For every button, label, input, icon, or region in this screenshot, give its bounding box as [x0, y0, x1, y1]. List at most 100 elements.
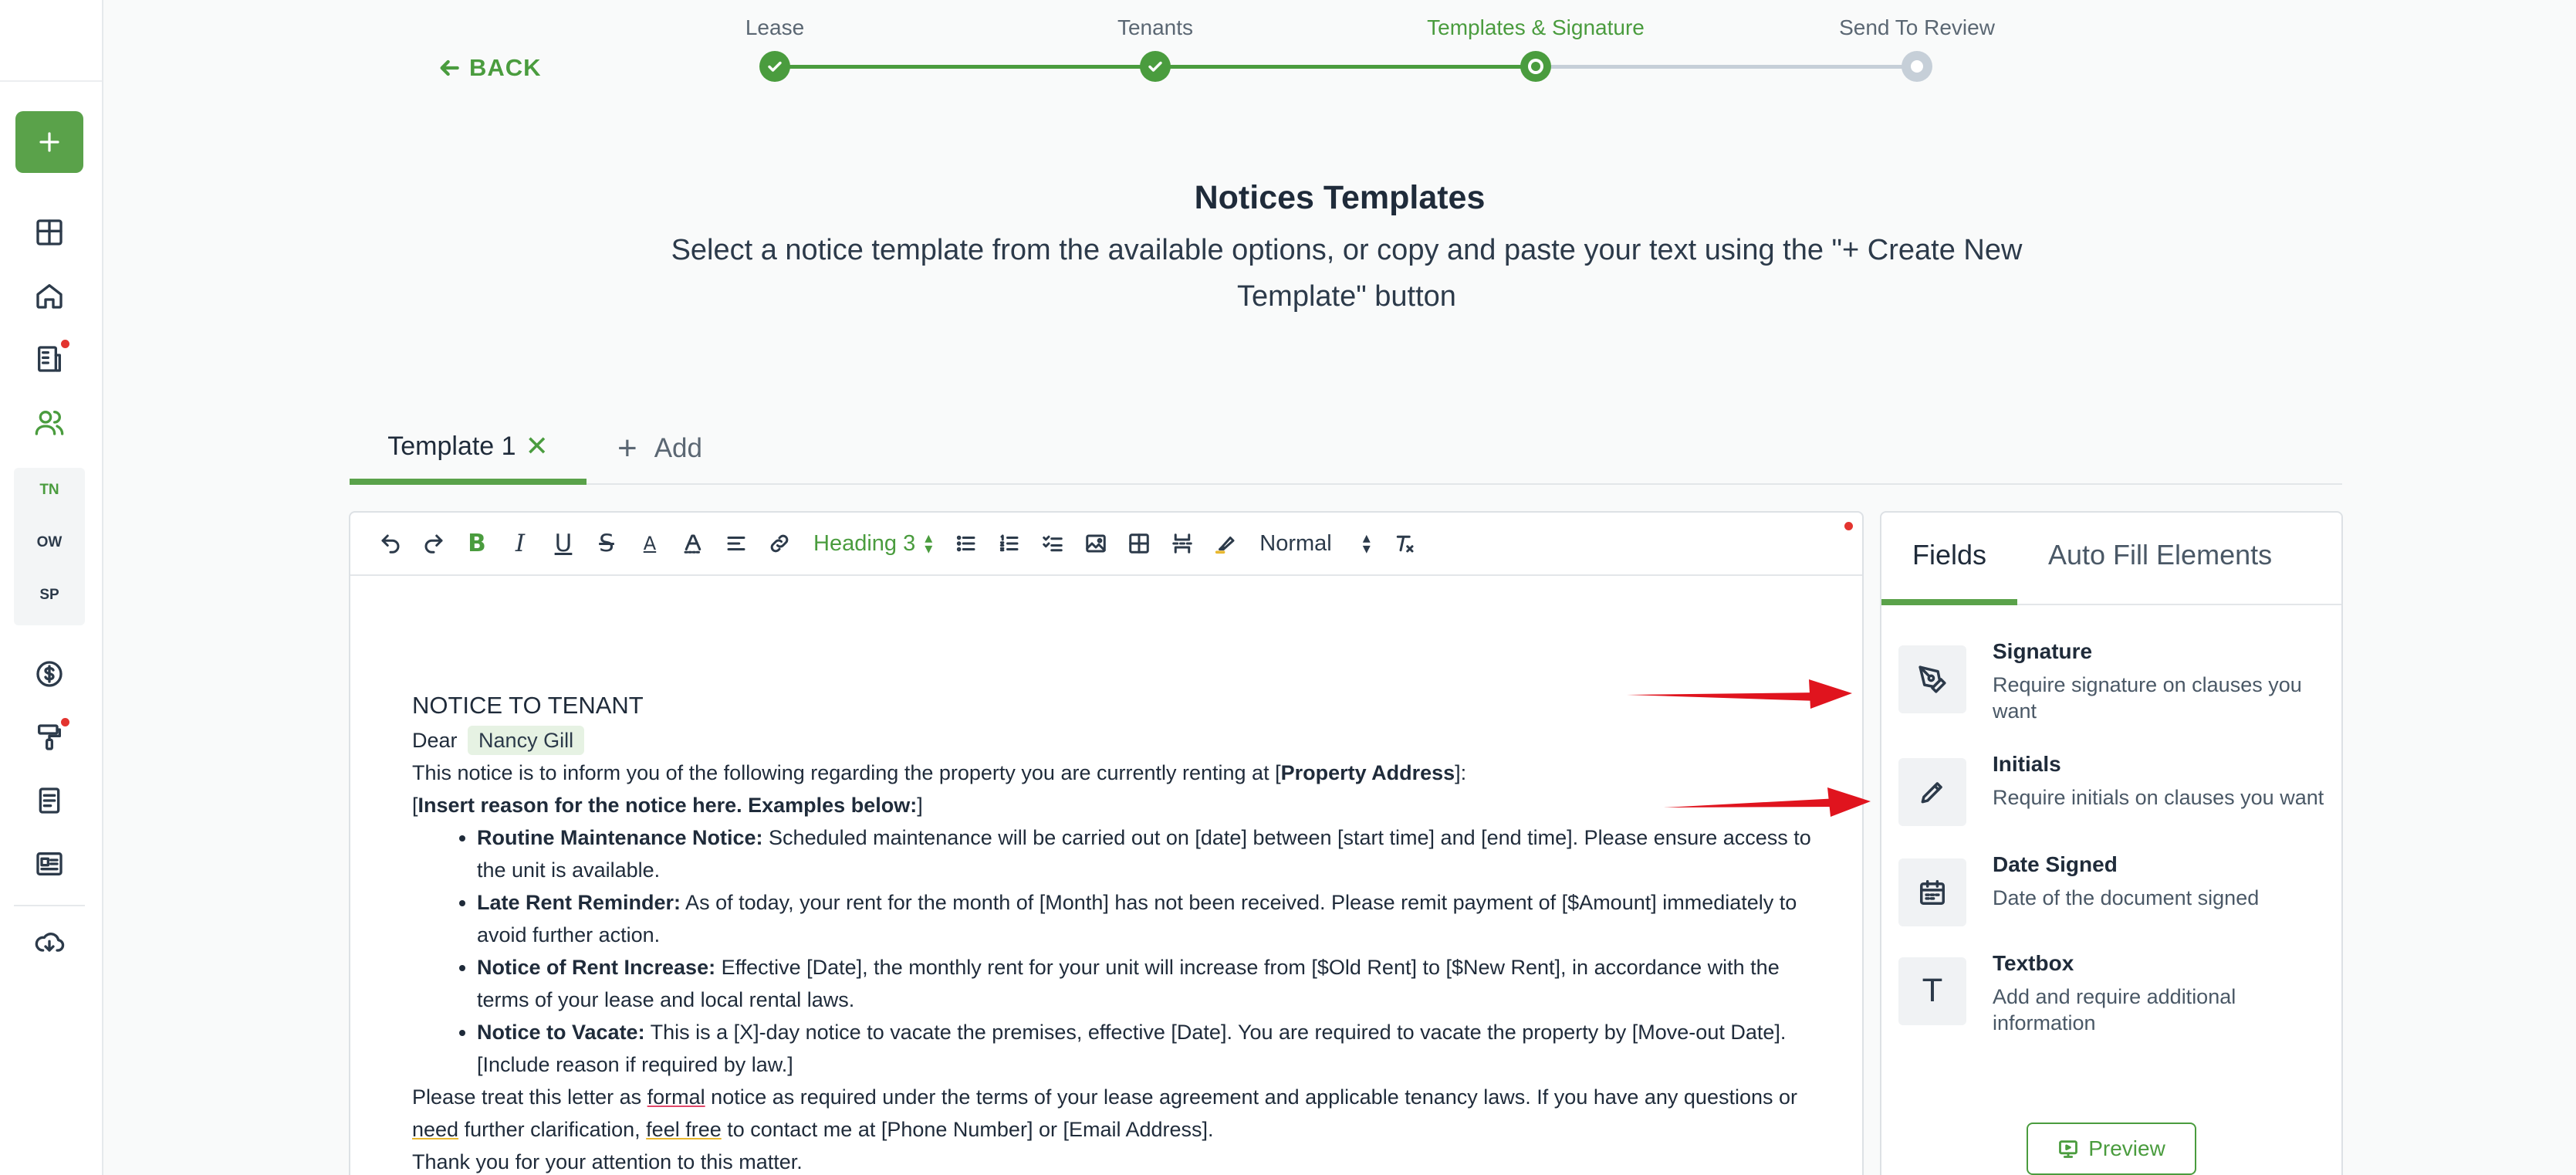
fields-panel: Fields Auto Fill Elements Signature Requ… [1880, 511, 2343, 1175]
plus-icon [39, 132, 59, 152]
page-break-button[interactable] [1161, 522, 1204, 565]
sidebar-item-finance[interactable] [29, 653, 70, 695]
preview-button[interactable]: Preview [2027, 1123, 2196, 1175]
bullet-list-icon [957, 535, 975, 552]
pen-nib-icon [1918, 665, 1946, 693]
closing-text: further clarification, [458, 1118, 647, 1141]
cloud-download-icon [35, 933, 65, 952]
building-document-icon [38, 346, 62, 372]
text-icon: T [1922, 974, 1942, 1009]
step-lease[interactable] [759, 51, 790, 82]
id-card-icon [36, 852, 63, 875]
list-item-title: Late Rent Reminder: [477, 891, 681, 914]
redo-icon [424, 534, 443, 554]
field-title: Signature [1993, 639, 2093, 663]
sidebar-item-download[interactable] [29, 922, 70, 963]
closing-paragraph: Please treat this letter as formal notic… [412, 1081, 1832, 1146]
bold-button[interactable]: B [455, 522, 499, 565]
property-placeholder: Property Address [1280, 761, 1455, 784]
add-template-button[interactable]: + Add [617, 414, 702, 483]
tab-template-1[interactable]: Template 1 ✕ [350, 414, 587, 485]
list-item: Routine Maintenance Notice: Scheduled ma… [477, 821, 1832, 886]
salutation-line: Dear Nancy Gill [412, 724, 1832, 757]
grammar-word[interactable]: feel free [646, 1118, 722, 1141]
table-button[interactable] [1117, 522, 1161, 565]
font-size-select[interactable]: Normal ▴ ▾ [1247, 522, 1383, 565]
sidebar-item-sp[interactable]: SP [14, 587, 85, 604]
checklist-button[interactable] [1031, 522, 1074, 565]
image-icon [1086, 534, 1107, 553]
field-title: Date Signed [1993, 852, 2118, 876]
step-label-lease: Lease [745, 15, 805, 39]
closing-text: Please treat this letter as [412, 1085, 647, 1109]
intro-prefix: This notice is to inform you of the foll… [412, 761, 1281, 784]
sidebar-item-reports[interactable] [29, 843, 70, 885]
tab-fields[interactable]: Fields [1912, 539, 1986, 571]
highlight-color-button[interactable] [671, 522, 715, 565]
annotation-arrow [1664, 787, 1871, 817]
sidebar-item-ow[interactable]: OW [14, 534, 85, 551]
highlighter-button[interactable] [1204, 522, 1247, 565]
image-button[interactable] [1074, 522, 1117, 565]
pencil-icon [1921, 782, 1942, 804]
sidebar-item-documents[interactable] [29, 780, 70, 821]
reason-open: [ [412, 794, 418, 817]
notice-examples-list: Routine Maintenance Notice: Scheduled ma… [477, 821, 1832, 1081]
calendar-icon [1898, 858, 1966, 926]
step-review[interactable] [1902, 51, 1932, 82]
spellcheck-word[interactable]: formal [647, 1085, 705, 1109]
tab-auto-fill-elements[interactable]: Auto Fill Elements [2048, 539, 2272, 571]
link-button[interactable] [758, 522, 801, 565]
check-icon [768, 61, 782, 72]
clear-format-button[interactable] [1383, 522, 1426, 565]
arrow-left-icon [440, 59, 459, 76]
tab-label: Template 1 [387, 431, 516, 461]
list-item-title: Notice to Vacate: [477, 1021, 645, 1044]
sidebar-item-home[interactable] [29, 275, 70, 317]
monitor-icon [2059, 1140, 2078, 1158]
align-button[interactable] [715, 522, 758, 565]
sidebar-item-leases[interactable] [29, 338, 70, 380]
italic-button[interactable]: I [499, 522, 542, 565]
reason-text: Insert reason for the notice here. Examp… [418, 794, 918, 817]
step-templates[interactable] [1520, 51, 1551, 82]
sidebar-item-maintenance[interactable] [29, 716, 70, 758]
sidebar-logo-area [0, 0, 102, 82]
reason-close: ] [917, 794, 923, 817]
ordered-list-button[interactable] [988, 522, 1031, 565]
page-break-icon [1172, 533, 1193, 554]
add-button[interactable] [15, 111, 83, 173]
grammar-word[interactable]: need [412, 1118, 458, 1141]
highlighter-icon [1215, 537, 1235, 554]
step-label-templates: Templates & Signature [1427, 15, 1645, 39]
bullet-list-button[interactable] [945, 522, 988, 565]
recipient-chip[interactable]: Nancy Gill [468, 726, 585, 755]
heading-select[interactable]: Heading 3 ▴ ▾ [801, 522, 945, 565]
calendar-icon [1920, 880, 1945, 905]
text-color-button[interactable]: A [628, 522, 671, 565]
pen-nib-icon [1898, 645, 1966, 713]
step-label-review: Send To Review [1839, 15, 1995, 39]
highlight-icon [684, 534, 702, 554]
strikethrough-button[interactable]: S [585, 522, 628, 565]
sidebar-item-tn[interactable]: TN [14, 482, 85, 499]
undo-button[interactable] [369, 522, 412, 565]
back-button[interactable]: BACK [437, 54, 542, 82]
plus-icon: + [617, 429, 637, 467]
field-description: Require signature on clauses you want [1993, 673, 2302, 723]
close-tab-icon[interactable]: ✕ [526, 430, 549, 462]
sidebar-item-tenants[interactable] [29, 401, 70, 443]
editor-content[interactable]: NOTICE TO TENANT Dear Nancy Gill This no… [412, 687, 1832, 1175]
page-subtitle: Select a notice template from the availa… [671, 234, 2023, 313]
step-tenants[interactable] [1140, 51, 1171, 82]
list-item: Notice of Rent Increase: Effective [Date… [477, 951, 1832, 1016]
select-arrows-icon: ▴ ▾ [1362, 530, 1371, 557]
redo-button[interactable] [412, 522, 455, 565]
sidebar-item-dashboard[interactable] [29, 212, 70, 253]
users-icon [35, 411, 64, 435]
field-title: Initials [1993, 752, 2061, 776]
underline-button[interactable]: U [542, 522, 585, 565]
list-item-title: Routine Maintenance Notice: [477, 826, 763, 849]
field-description: Require initials on clauses you want [1993, 786, 2324, 809]
sidebar: TN OW SP [0, 0, 103, 1175]
